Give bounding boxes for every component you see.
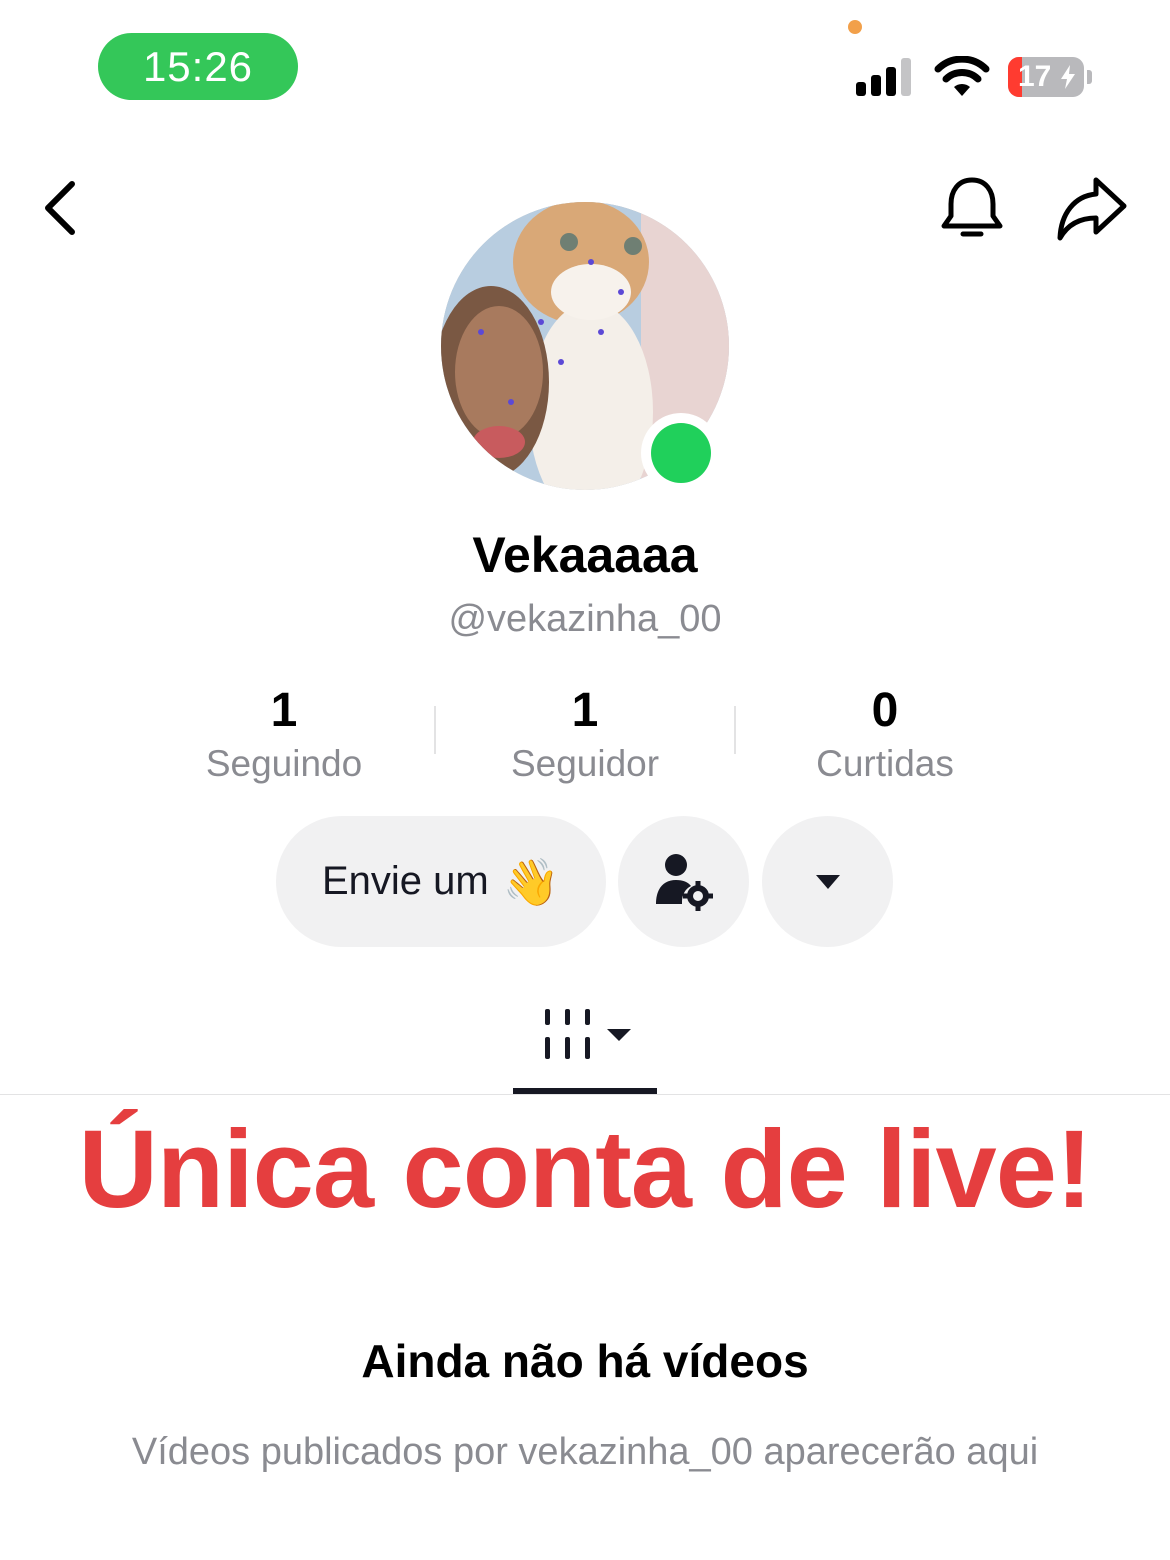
stat-followers[interactable]: 1 Seguidor [435, 680, 735, 786]
more-options-button[interactable] [762, 816, 893, 947]
stat-label: Curtidas [816, 743, 954, 784]
battery-nub [1087, 70, 1092, 84]
stat-following[interactable]: 1 Seguindo [134, 680, 434, 786]
battery-charging-icon: 17 [1008, 57, 1084, 97]
stat-value: 0 [871, 684, 899, 737]
share-icon[interactable] [1052, 172, 1132, 244]
profile-screen: 15:26 17 Vekaaaaa @vekazinha_00 1 Seguin… [0, 0, 1170, 1560]
empty-state-description: Vídeos publicados por vekazinha_00 apare… [131, 1431, 1039, 1473]
send-wave-button[interactable]: Envie um 👋 [276, 816, 606, 947]
videos-grid-icon [545, 1009, 631, 1059]
empty-state-title: Ainda não há vídeos [361, 1335, 809, 1387]
waving-hand-icon: 👋 [502, 855, 561, 908]
stat-label: Seguidor [510, 743, 660, 784]
send-wave-label: Envie um [321, 859, 489, 903]
tab-videos[interactable] [513, 995, 657, 1095]
live-status-indicator [641, 413, 721, 493]
privacy-indicator-dot [848, 20, 862, 34]
back-icon[interactable] [34, 176, 90, 240]
tab-bar-divider [0, 1094, 1170, 1095]
stat-likes[interactable]: 0 Curtidas [735, 680, 1035, 786]
stat-value: 1 [571, 684, 599, 737]
stat-value: 1 [270, 684, 298, 737]
username: @vekazinha_00 [448, 598, 722, 640]
battery-level: 17 [1018, 60, 1052, 93]
wifi-icon [934, 56, 990, 96]
signal-icon [856, 58, 911, 96]
stat-label: Seguindo [205, 743, 363, 784]
bell-icon[interactable] [936, 172, 1008, 244]
caret-down-icon [815, 874, 840, 889]
status-time[interactable]: 15:26 [98, 33, 298, 100]
display-name: Vekaaaaa [472, 527, 698, 583]
profile-banner-text: Única conta de live! [78, 1108, 1092, 1231]
add-friend-settings-icon [655, 853, 713, 911]
friend-settings-button[interactable] [618, 816, 749, 947]
